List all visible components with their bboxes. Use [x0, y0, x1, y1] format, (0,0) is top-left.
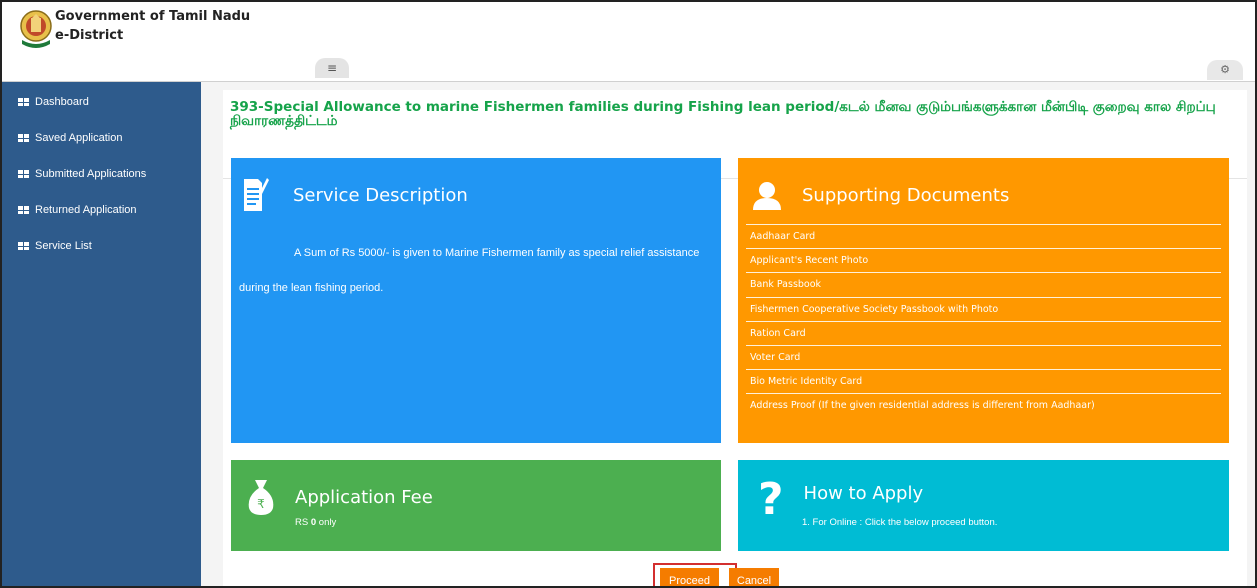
question-mark-icon: ? — [758, 474, 784, 525]
menu-toggle-button[interactable]: ≡ — [315, 58, 349, 78]
sidebar-item-label: Dashboard — [35, 96, 89, 108]
application-fee-text: RS 0 only — [295, 517, 336, 528]
cancel-button[interactable]: Cancel — [729, 568, 779, 586]
sidebar-item-dashboard[interactable]: Dashboard — [18, 92, 89, 112]
application-fee-card: ₹ Application Fee RS 0 only — [231, 460, 721, 551]
grid-icon — [18, 206, 29, 214]
supporting-documents-list: Aadhaar Card Applicant's Recent Photo Ba… — [746, 224, 1221, 418]
application-fee-header: ₹ Application Fee — [247, 478, 433, 516]
sidebar-item-returned-application[interactable]: Returned Application — [18, 200, 137, 220]
how-to-apply-text: 1. For Online : Click the below proceed … — [802, 517, 998, 528]
app-window: Government of Tamil Nadu e-District ≡ ⚙ … — [0, 0, 1257, 588]
list-item: Voter Card — [746, 344, 1221, 369]
sidebar-item-service-list[interactable]: Service List — [18, 236, 92, 256]
list-item: Bio Metric Identity Card — [746, 369, 1221, 393]
list-item: Ration Card — [746, 320, 1221, 345]
list-item: Address Proof (If the given residential … — [746, 393, 1221, 417]
list-item: Applicant's Recent Photo — [746, 248, 1221, 272]
fee-suffix: only — [316, 517, 337, 528]
cogs-icon: ⚙ — [1220, 63, 1230, 76]
grid-icon — [18, 242, 29, 250]
document-edit-icon — [244, 178, 269, 211]
service-panel: 393-Special Allowance to marine Fisherme… — [223, 90, 1247, 586]
how-to-apply-card: ? How to Apply 1. For Online : Click the… — [738, 460, 1229, 551]
svg-text:₹: ₹ — [257, 497, 265, 511]
sidebar-item-label: Submitted Applications — [35, 168, 147, 180]
list-item: Bank Passbook — [746, 272, 1221, 296]
sidebar-item-saved-application[interactable]: Saved Application — [18, 128, 122, 148]
application-fee-heading: Application Fee — [295, 486, 433, 508]
grid-icon — [18, 98, 29, 106]
money-bag-icon: ₹ — [248, 480, 274, 515]
service-description-card: Service Description A Sum of Rs 5000/- i… — [231, 158, 721, 443]
service-description-heading: Service Description — [293, 184, 468, 206]
how-to-apply-header: ? How to Apply — [758, 474, 924, 525]
supporting-documents-heading: Supporting Documents — [802, 184, 1010, 206]
hamburger-icon: ≡ — [326, 61, 338, 75]
settings-button[interactable]: ⚙ — [1207, 60, 1243, 80]
how-to-apply-heading: How to Apply — [803, 482, 924, 504]
service-description-text: A Sum of Rs 5000/- is given to Marine Fi… — [239, 247, 700, 294]
sidebar: Dashboard Saved Application Submitted Ap… — [2, 82, 201, 586]
sidebar-item-label: Returned Application — [35, 204, 137, 216]
list-item: Fishermen Cooperative Society Passbook w… — [746, 296, 1221, 321]
user-icon — [753, 182, 781, 210]
proceed-button[interactable]: Proceed — [660, 568, 719, 586]
fee-prefix: RS — [295, 517, 311, 528]
brand-title: Government of Tamil Nadu — [55, 9, 251, 24]
sidebar-item-label: Saved Application — [35, 132, 123, 144]
main-content: 393-Special Allowance to marine Fisherme… — [201, 82, 1255, 586]
service-title: 393-Special Allowance to marine Fisherme… — [230, 99, 1216, 129]
sidebar-item-label: Service List — [35, 240, 92, 252]
supporting-documents-card: Supporting Documents Aadhaar Card Applic… — [738, 158, 1229, 443]
top-header: Government of Tamil Nadu e-District ≡ ⚙ — [2, 2, 1255, 82]
grid-icon — [18, 170, 29, 178]
grid-icon — [18, 134, 29, 142]
tamil-nadu-emblem-icon — [20, 10, 52, 48]
supporting-documents-header: Supporting Documents — [752, 180, 1009, 210]
service-description-header: Service Description — [243, 178, 468, 212]
brand-subtitle: e-District — [55, 28, 124, 43]
list-item: Aadhaar Card — [746, 224, 1221, 248]
sidebar-item-submitted-applications[interactable]: Submitted Applications — [18, 164, 146, 184]
